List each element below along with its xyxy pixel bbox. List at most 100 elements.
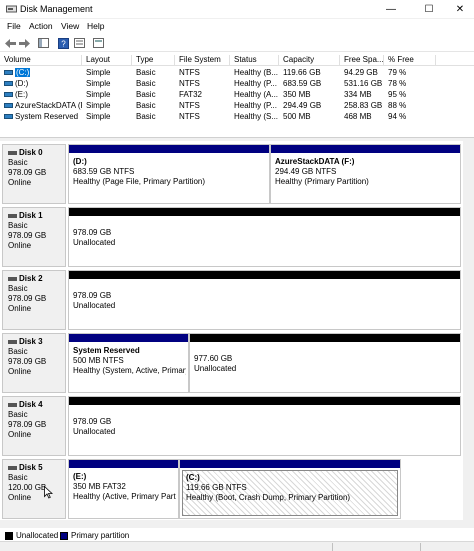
forward-button[interactable] — [18, 37, 31, 49]
free-cell: 258.83 GB — [344, 101, 383, 110]
disk-size: 978.09 GB — [8, 294, 47, 303]
disk-type: Basic — [8, 410, 28, 419]
maximize-button[interactable]: ☐ — [412, 0, 446, 19]
disk-type: Basic — [8, 284, 28, 293]
partition-status: Healthy (Active, Primary Partit — [73, 492, 176, 501]
pct-cell: 78 % — [388, 79, 407, 88]
partition[interactable]: AzureStackDATA (F:) 294.49 GB NTFS Healt… — [270, 144, 461, 204]
capacity-cell: 294.49 GB — [283, 101, 322, 110]
minimize-button[interactable]: — — [374, 0, 408, 19]
pct-cell: 88 % — [388, 101, 407, 110]
back-button[interactable] — [4, 37, 17, 49]
column-header-capacity[interactable]: Capacity — [279, 55, 340, 66]
primary-partition-swatch — [60, 532, 68, 540]
unallocated-space[interactable]: 977.60 GB Unallocated — [189, 333, 461, 393]
column-header-percent-free[interactable]: % Free — [384, 55, 436, 66]
partition-name: (D:) — [73, 157, 87, 166]
volume-list-header: Volume Layout Type File System Status Ca… — [0, 54, 474, 66]
partition-status: Unallocated — [194, 364, 237, 373]
legend-primary-label: Primary partition — [71, 531, 130, 540]
free-cell: 94.29 GB — [344, 68, 378, 77]
disk-label[interactable]: Disk 2 Basic 978.09 GB Online — [2, 270, 66, 330]
column-header-type[interactable]: Type — [132, 55, 175, 66]
menu-view[interactable]: View — [61, 21, 79, 31]
status-cell: Healthy (A... — [234, 90, 279, 99]
disk-label[interactable]: Disk 3 Basic 978.09 GB Online — [2, 333, 66, 393]
disk-name: Disk 0 — [19, 148, 43, 157]
menu-bar: File Action View Help — [0, 19, 474, 34]
settings-button[interactable] — [92, 37, 105, 49]
disk-name: Disk 5 — [19, 463, 43, 472]
partition[interactable]: (D:) 683.59 GB NTFS Healthy (Page File, … — [68, 144, 270, 204]
disk-row: Disk 5 Basic 120.00 GB Online (E:) 350 M… — [2, 459, 462, 519]
table-row[interactable]: (E:) Simple Basic FAT32 Healthy (A... 35… — [0, 89, 474, 100]
fs-cell: NTFS — [179, 68, 200, 77]
partition-size: 978.09 GB — [73, 417, 112, 426]
unallocated-space[interactable]: 978.09 GB Unallocated — [68, 207, 461, 267]
menu-file[interactable]: File — [7, 21, 21, 31]
unallocated-space[interactable]: 978.09 GB Unallocated — [68, 396, 461, 456]
partition[interactable]: (E:) 350 MB FAT32 Healthy (Active, Prima… — [68, 459, 179, 519]
table-row[interactable]: (D:) Simple Basic NTFS Healthy (P... 683… — [0, 78, 474, 89]
partition-size: 500 MB NTFS — [73, 356, 124, 365]
free-cell: 334 MB — [344, 90, 372, 99]
disk-row: Disk 2 Basic 978.09 GB Online 978.09 GB … — [2, 270, 462, 330]
menu-help[interactable]: Help — [87, 21, 104, 31]
disk-icon — [8, 339, 17, 344]
layout-cell: Simple — [86, 112, 111, 121]
partition-status: Unallocated — [73, 301, 116, 310]
disk-type: Basic — [8, 221, 28, 230]
capacity-cell: 500 MB — [283, 112, 311, 121]
menu-action[interactable]: Action — [29, 21, 53, 31]
fs-cell: NTFS — [179, 112, 200, 121]
disk-label[interactable]: Disk 1 Basic 978.09 GB Online — [2, 207, 66, 267]
properties-icon — [74, 38, 85, 48]
partition-size: 683.59 GB NTFS — [73, 167, 135, 176]
disk-state: Online — [8, 430, 32, 439]
disk-state: Online — [8, 241, 32, 250]
selected-partition[interactable]: (C:) 119.66 GB NTFS Healthy (Boot, Crash… — [179, 459, 401, 519]
table-row[interactable]: System Reserved Simple Basic NTFS Health… — [0, 111, 474, 122]
pct-cell: 94 % — [388, 112, 407, 121]
primary-partition-bar — [69, 460, 178, 468]
partition-status: Healthy (Page File, Primary Partition) — [73, 177, 206, 186]
table-row[interactable]: (C:) Simple Basic NTFS Healthy (B... 119… — [0, 67, 474, 78]
disk-name: Disk 1 — [19, 211, 43, 220]
free-cell: 468 MB — [344, 112, 372, 121]
unallocated-space[interactable]: 978.09 GB Unallocated — [68, 270, 461, 330]
disk-row: Disk 3 Basic 978.09 GB Online System Res… — [2, 333, 462, 393]
horizontal-scrollbar[interactable] — [0, 520, 474, 528]
primary-partition-bar — [180, 460, 400, 468]
disk-label[interactable]: Disk 0 Basic 978.09 GB Online — [2, 144, 66, 204]
type-cell: Basic — [136, 79, 156, 88]
column-header-file-system[interactable]: File System — [175, 55, 230, 66]
partition-name: (E:) — [73, 472, 87, 481]
status-cell: Healthy (P... — [234, 101, 277, 110]
partition-status: Unallocated — [73, 427, 116, 436]
help-button[interactable]: ? — [57, 37, 70, 49]
column-header-status[interactable]: Status — [230, 55, 279, 66]
close-button[interactable]: ✕ — [443, 0, 474, 19]
disk-size: 120.00 GB — [8, 483, 47, 492]
vertical-scrollbar[interactable] — [463, 141, 474, 520]
disk-label[interactable]: Disk 5 Basic 120.00 GB Online — [2, 459, 66, 519]
partition-size: 350 MB FAT32 — [73, 482, 126, 491]
console-tree-button[interactable] — [37, 37, 50, 49]
capacity-cell: 119.66 GB — [283, 68, 321, 77]
table-row[interactable]: AzureStackDATA (F:) Simple Basic NTFS He… — [0, 100, 474, 111]
disk-icon — [8, 402, 17, 407]
drive-icon — [4, 92, 13, 98]
disk-icon — [8, 150, 17, 155]
column-header-layout[interactable]: Layout — [82, 55, 132, 66]
layout-cell: Simple — [86, 79, 111, 88]
partition[interactable]: System Reserved 500 MB NTFS Healthy (Sys… — [68, 333, 189, 393]
disk-state: Online — [8, 178, 32, 187]
status-bar — [0, 541, 474, 551]
disk-label[interactable]: Disk 4 Basic 978.09 GB Online — [2, 396, 66, 456]
unallocated-bar — [190, 334, 460, 342]
title-bar: Disk Management — ☐ ✕ — [0, 0, 474, 19]
column-header-free-space[interactable]: Free Spa... — [340, 55, 384, 66]
disk-type: Basic — [8, 158, 28, 167]
column-header-volume[interactable]: Volume — [0, 55, 82, 66]
properties-button[interactable] — [73, 37, 86, 49]
